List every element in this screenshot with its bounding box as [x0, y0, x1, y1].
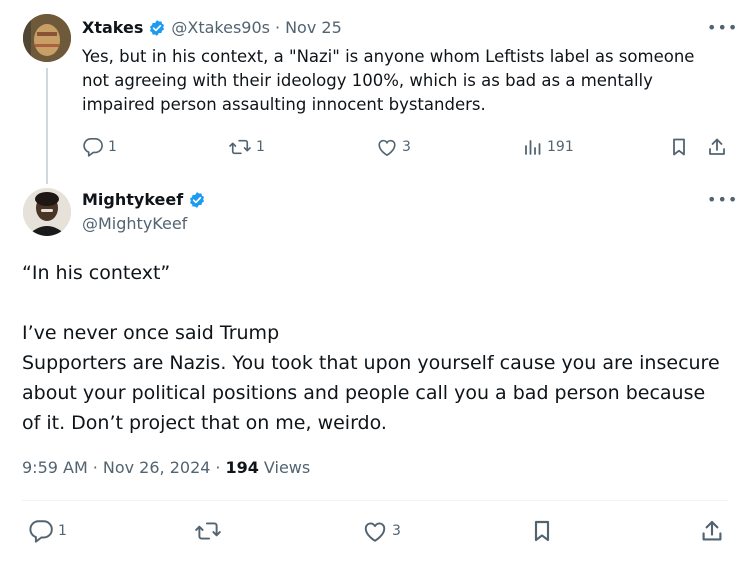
views-count: 194 [225, 458, 259, 477]
like-button[interactable]: 3 [376, 137, 411, 157]
reply-button[interactable]: 1 [82, 137, 117, 157]
analytics-icon [525, 140, 541, 155]
heart-icon [378, 139, 396, 156]
repost-icon [229, 139, 251, 155]
display-name[interactable]: Mightykeef [82, 190, 183, 209]
handle[interactable]: @MightyKeef [82, 214, 187, 233]
tweet-date[interactable]: Nov 26, 2024 [103, 458, 211, 477]
bookmark-button[interactable] [669, 137, 689, 157]
verified-badge-icon [188, 191, 206, 209]
handle[interactable]: @Xtakes90s [171, 18, 270, 37]
views-count: 191 [547, 139, 574, 155]
more-horizontal-icon[interactable]: ••• [707, 190, 738, 209]
separator: · [92, 458, 98, 477]
bookmark-button[interactable] [530, 519, 554, 543]
timestamp[interactable]: Nov 25 [285, 18, 342, 37]
avatar-mightykeef[interactable] [23, 188, 71, 236]
thread-line [46, 68, 48, 184]
views-label[interactable]: Views [264, 458, 310, 477]
like-count: 3 [402, 139, 411, 155]
reply-icon [29, 520, 53, 543]
reply-tweet-header: Xtakes @Xtakes90s · Nov 25 [82, 18, 342, 37]
tweet-paragraph: “In his context” [22, 262, 171, 284]
reply-button[interactable]: 1 [28, 519, 67, 543]
like-button[interactable]: 3 [362, 519, 401, 543]
repost-button[interactable] [194, 519, 222, 543]
share-icon [709, 138, 725, 155]
separator: · [274, 18, 281, 37]
share-button[interactable] [700, 519, 724, 543]
display-name[interactable]: Xtakes [82, 18, 143, 37]
like-count: 3 [392, 523, 401, 539]
views-button[interactable]: 191 [523, 137, 574, 157]
tweet-paragraph: I’ve never once said Trump Supporters ar… [22, 322, 720, 434]
tweet-time[interactable]: 9:59 AM [22, 458, 88, 477]
heart-icon [364, 522, 386, 542]
bookmark-icon [673, 138, 685, 156]
main-tweet-text: “In his context” I’ve never once said Tr… [22, 258, 727, 438]
repost-button[interactable]: 1 [228, 137, 265, 157]
separator: · [215, 458, 221, 477]
share-button[interactable] [707, 137, 727, 157]
avatar-xtakes[interactable] [23, 14, 71, 62]
main-tweet-name-row: Mightykeef [82, 190, 206, 209]
repost-count: 1 [256, 139, 265, 155]
tweet-meta: 9:59 AM · Nov 26, 2024 · 194 Views [22, 458, 310, 477]
reply-count: 1 [58, 523, 67, 539]
reply-tweet-text: Yes, but in his context, a "Nazi" is any… [82, 47, 695, 114]
verified-badge-icon [148, 19, 166, 37]
share-icon [702, 520, 722, 541]
more-horizontal-icon[interactable]: ••• [707, 18, 738, 37]
reply-icon [83, 138, 103, 157]
divider [22, 500, 728, 501]
repost-icon [195, 522, 221, 540]
reply-count: 1 [108, 139, 117, 155]
bookmark-icon [534, 520, 550, 542]
